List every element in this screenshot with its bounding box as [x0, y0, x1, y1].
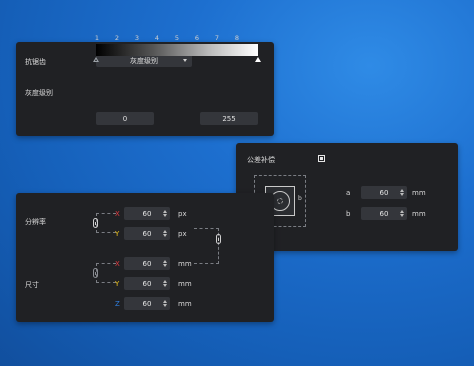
decrement-icon[interactable]	[400, 214, 404, 217]
increment-icon[interactable]	[400, 189, 404, 192]
tolerance-a-unit: mm	[412, 189, 426, 197]
tolerance-b-label: b	[346, 210, 351, 218]
decrement-icon[interactable]	[163, 214, 167, 217]
dimension-value: 60	[142, 209, 152, 218]
axis-label: Z	[115, 300, 120, 308]
chevron-down-icon	[183, 59, 187, 62]
dimension-input[interactable]: 60	[124, 207, 170, 220]
decrement-icon[interactable]	[163, 284, 167, 287]
dimension-unit: mm	[178, 300, 192, 308]
decrement-icon[interactable]	[400, 193, 404, 196]
gray-gradient-bar	[96, 44, 258, 56]
tolerance-b-input[interactable]: 60	[361, 207, 407, 220]
tolerance-a-value: 60	[379, 188, 389, 197]
resolution-label: 分辨率	[25, 218, 46, 226]
tolerance-title: 公差补偿	[247, 156, 275, 164]
increment-icon[interactable]	[163, 280, 167, 283]
gray-min-input[interactable]: 0	[96, 112, 154, 125]
gray-level-tick: 4	[154, 34, 160, 42]
size-link-icon[interactable]	[93, 268, 98, 278]
decrement-icon[interactable]	[163, 264, 167, 267]
axis-label: Y	[115, 280, 120, 288]
gray-level-tick: 3	[134, 34, 140, 42]
increment-icon[interactable]	[163, 210, 167, 213]
gray-min-value: 0	[122, 114, 128, 123]
dimension-value: 60	[142, 279, 152, 288]
gray-max-input[interactable]: 255	[200, 112, 258, 125]
gray-level-tick: 6	[194, 34, 200, 42]
resolution-link-line	[96, 213, 116, 233]
axis-label: Y	[115, 230, 120, 238]
dimension-unit: mm	[178, 280, 192, 288]
size-label: 尺寸	[25, 281, 39, 289]
unit-link-line	[194, 228, 219, 264]
dimension-input[interactable]: 60	[124, 277, 170, 290]
dimension-value: 60	[142, 229, 152, 238]
dimension-input[interactable]: 60	[124, 227, 170, 240]
decrement-icon[interactable]	[163, 304, 167, 307]
antialias-mode-value: 灰度级别	[130, 56, 158, 65]
resolution-link-icon[interactable]	[93, 218, 98, 228]
gray-level-tick: 5	[174, 34, 180, 42]
gray-max-handle[interactable]	[255, 57, 261, 62]
gray-level-ticks: 1 2 3 4 5 6 7 8	[95, 34, 239, 42]
tolerance-b-value: 60	[379, 209, 389, 218]
increment-icon[interactable]	[163, 300, 167, 303]
increment-icon[interactable]	[163, 230, 167, 233]
dimensions-panel: 分辨率 尺寸 X 60 px Y 60 px X 60 mm Y 60 mm Z 60 mm	[16, 193, 274, 322]
dimension-value: 60	[142, 299, 152, 308]
tolerance-a-input[interactable]: 60	[361, 186, 407, 199]
dimension-value: 60	[142, 259, 152, 268]
dimension-unit: mm	[178, 260, 192, 268]
axis-label: X	[115, 260, 120, 268]
tolerance-b-unit: mm	[412, 210, 426, 218]
increment-icon[interactable]	[163, 260, 167, 263]
size-link-line	[96, 263, 116, 283]
decrement-icon[interactable]	[163, 234, 167, 237]
tolerance-checkbox[interactable]	[318, 155, 325, 162]
diagram-b-label: b	[298, 195, 302, 202]
dimension-input[interactable]: 60	[124, 297, 170, 310]
gray-level-label: 灰度级别	[25, 89, 53, 97]
axis-label: X	[115, 210, 120, 218]
diagram-inner-circle	[277, 198, 283, 204]
dimension-unit: px	[178, 230, 187, 238]
increment-icon[interactable]	[400, 210, 404, 213]
gray-max-value: 255	[222, 114, 236, 123]
antialias-label: 抗锯齿	[25, 58, 46, 66]
gray-level-tick: 2	[114, 34, 120, 42]
gray-level-tick: 7	[214, 34, 220, 42]
gray-level-tick: 1	[94, 34, 100, 42]
gray-level-tick: 8	[234, 34, 240, 42]
dimension-input[interactable]: 60	[124, 257, 170, 270]
dimension-unit: px	[178, 210, 187, 218]
gray-min-handle[interactable]	[93, 57, 99, 62]
tolerance-a-label: a	[346, 189, 351, 197]
unit-link-icon[interactable]	[216, 234, 221, 244]
